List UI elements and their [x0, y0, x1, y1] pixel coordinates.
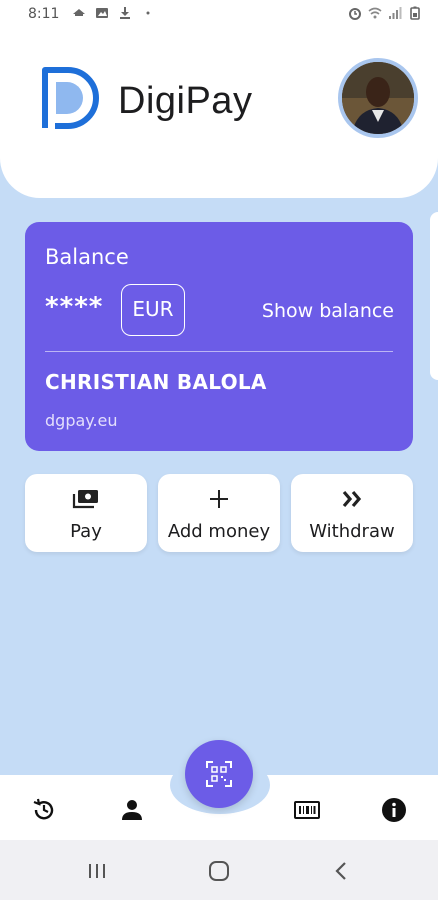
withdraw-button[interactable]: Withdraw	[291, 474, 413, 552]
pay-label: Pay	[70, 521, 102, 542]
add-money-button[interactable]: Add money	[158, 474, 280, 552]
image-icon	[96, 8, 108, 18]
pay-button[interactable]: Pay	[25, 474, 147, 552]
currency-badge[interactable]: EUR	[121, 284, 185, 336]
wallet-cash-icon	[72, 490, 98, 509]
recent-apps-button[interactable]	[84, 858, 110, 884]
nav-history[interactable]	[30, 796, 58, 824]
brand-name: DigiPay	[118, 80, 253, 122]
next-card-peek[interactable]	[430, 212, 438, 380]
card-divider	[45, 351, 393, 352]
card-holder-name: CHRISTIAN BALOLA	[45, 370, 267, 394]
battery-icon	[410, 6, 420, 20]
wifi-icon	[368, 7, 382, 19]
status-time: 8:11	[28, 6, 60, 22]
back-button[interactable]	[328, 858, 354, 884]
teamviewer-icon	[73, 9, 85, 16]
masked-balance: ****	[45, 292, 104, 322]
status-right-icons	[348, 6, 422, 20]
dot-icon	[146, 11, 150, 15]
balance-card: Balance **** EUR Show balance CHRISTIAN …	[25, 222, 413, 451]
signal-icon	[389, 7, 402, 19]
history-icon	[33, 798, 54, 820]
status-bar: 8:11	[0, 0, 438, 32]
action-buttons: Pay Add money Withdraw	[25, 474, 413, 552]
user-avatar[interactable]	[338, 58, 418, 138]
balance-title: Balance	[45, 245, 129, 269]
plus-icon	[210, 490, 228, 508]
home-icon	[209, 861, 229, 881]
card-domain: dgpay.eu	[45, 411, 118, 430]
alarm-icon	[349, 8, 361, 20]
back-icon	[335, 862, 346, 880]
avatar-photo	[342, 62, 414, 134]
profile-icon	[122, 800, 142, 820]
barcode-card-icon	[294, 801, 320, 819]
app-header: DigiPay	[0, 32, 438, 198]
qr-scan-button[interactable]	[185, 740, 253, 808]
recent-apps-icon	[89, 864, 105, 878]
withdraw-label: Withdraw	[309, 521, 395, 542]
nav-info[interactable]	[380, 796, 408, 824]
double-chevron-right-icon	[342, 490, 362, 508]
show-balance-link[interactable]: Show balance	[262, 300, 394, 322]
nav-profile[interactable]	[118, 796, 146, 824]
status-left-icons	[72, 6, 155, 20]
home-button[interactable]	[206, 858, 232, 884]
qr-scan-icon	[206, 761, 232, 787]
nav-card[interactable]	[293, 796, 321, 824]
download-icon	[120, 7, 130, 19]
add-money-label: Add money	[167, 521, 271, 542]
digipay-logo-icon	[42, 67, 99, 129]
system-nav-bar	[0, 840, 438, 900]
info-icon	[382, 798, 406, 822]
